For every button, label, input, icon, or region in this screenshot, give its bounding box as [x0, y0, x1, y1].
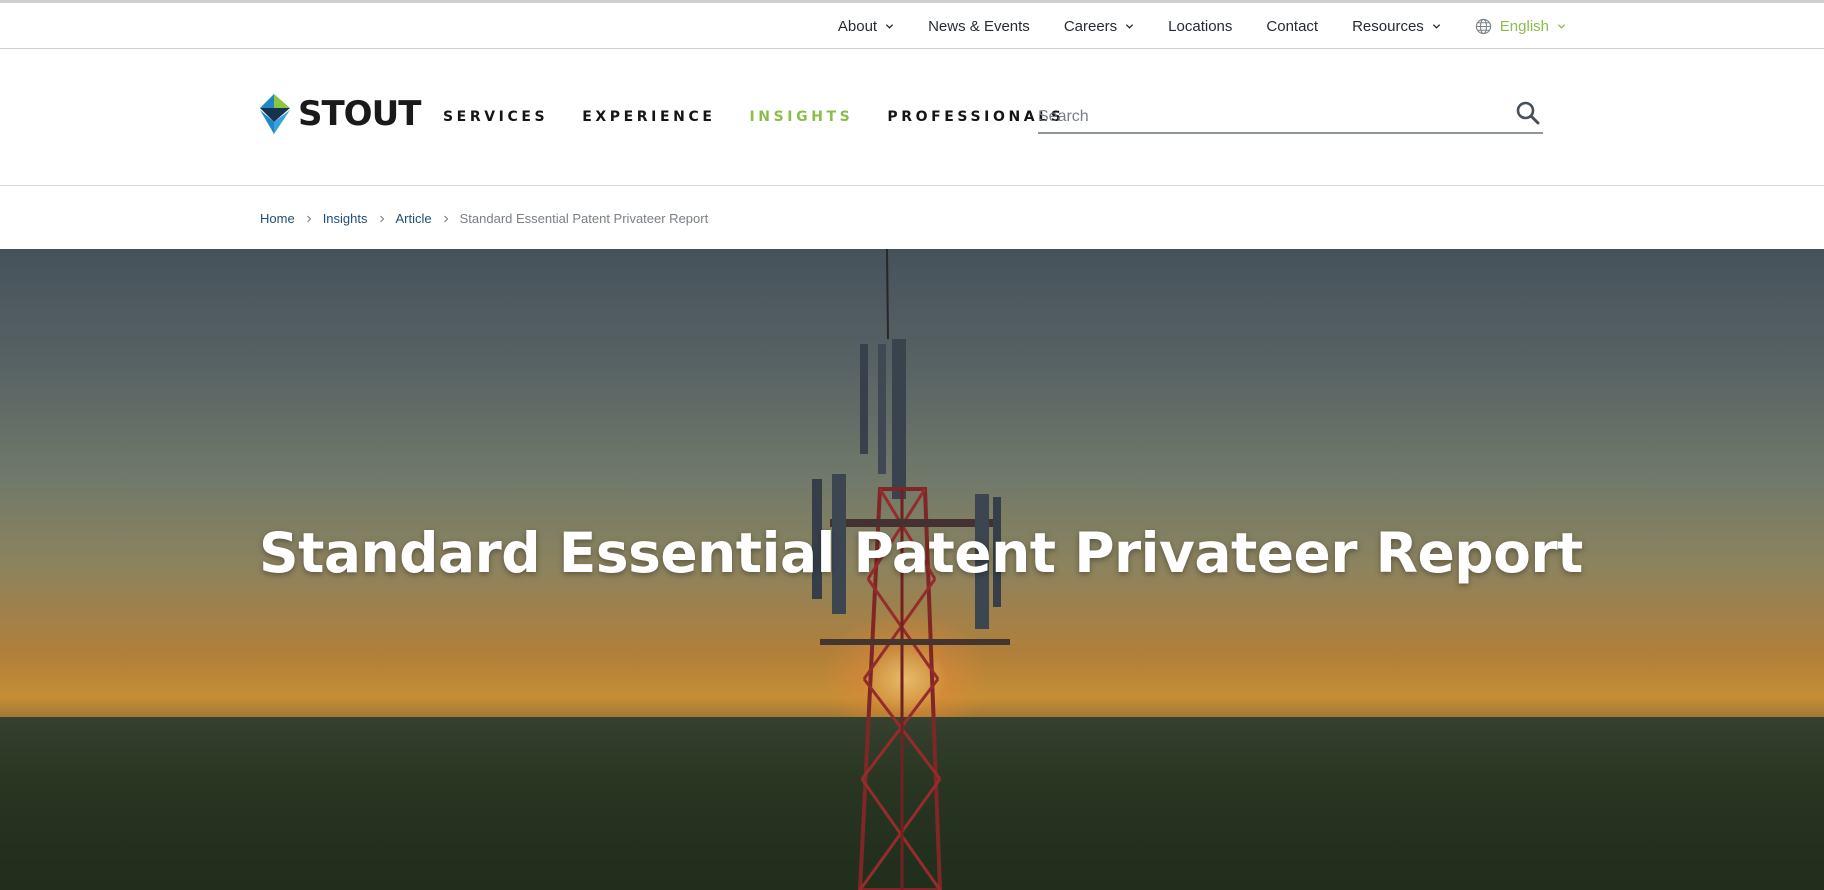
stout-logo[interactable]: STOUT — [260, 94, 421, 134]
chevron-down-icon — [1432, 23, 1440, 29]
breadcrumb-article[interactable]: Article — [396, 211, 432, 226]
chevron-right-icon — [379, 215, 384, 222]
nav-services[interactable]: SERVICES — [443, 109, 548, 125]
utility-nav-about[interactable]: About — [838, 18, 894, 35]
breadcrumb: Home Insights Article Standard Essential… — [260, 211, 708, 226]
utility-nav-label: News & Events — [928, 17, 1030, 35]
utility-nav-careers[interactable]: Careers — [1064, 18, 1134, 35]
breadcrumb-current: Standard Essential Patent Privateer Repo… — [459, 211, 709, 226]
utility-nav-news-events[interactable]: News & Events — [928, 18, 1030, 35]
nav-insights[interactable]: INSIGHTS — [750, 109, 854, 125]
utility-nav-label: About — [837, 17, 878, 35]
chevron-right-icon — [306, 215, 311, 222]
primary-nav: SERVICES EXPERIENCE INSIGHTS PROFESSIONA… — [443, 109, 1098, 125]
utility-bar: About News & Events Careers Locations Co… — [0, 0, 1824, 49]
chevron-down-icon — [1557, 23, 1566, 29]
search-icon[interactable] — [1515, 100, 1541, 126]
breadcrumb-home[interactable]: Home — [260, 211, 295, 226]
search-box — [1038, 99, 1543, 134]
page-title: Standard Essential Patent Privateer Repo… — [259, 521, 1583, 585]
utility-nav-label: Locations — [1168, 17, 1233, 35]
breadcrumb-insights[interactable]: Insights — [323, 211, 368, 226]
utility-nav: About News & Events Careers Locations Co… — [838, 3, 1566, 49]
logo-text: STOUT — [298, 94, 421, 134]
utility-nav-label: Careers — [1063, 17, 1118, 35]
language-label: English — [1499, 17, 1549, 35]
search-input[interactable] — [1038, 104, 1498, 130]
utility-nav-locations[interactable]: Locations — [1168, 18, 1232, 35]
nav-experience[interactable]: EXPERIENCE — [582, 109, 715, 125]
utility-nav-contact[interactable]: Contact — [1266, 18, 1318, 35]
hero-banner: Standard Essential Patent Privateer Repo… — [0, 249, 1824, 890]
language-selector[interactable]: English — [1475, 18, 1566, 35]
chevron-down-icon — [885, 23, 894, 29]
stout-logo-mark — [260, 94, 290, 134]
main-header: STOUT SERVICES EXPERIENCE INSIGHTS PROFE… — [0, 49, 1824, 186]
globe-icon — [1475, 18, 1491, 34]
utility-nav-label: Resources — [1352, 17, 1424, 35]
chevron-right-icon — [443, 215, 448, 222]
chevron-down-icon — [1126, 23, 1134, 29]
utility-nav-label: Contact — [1266, 17, 1319, 35]
utility-nav-resources[interactable]: Resources — [1352, 18, 1441, 35]
